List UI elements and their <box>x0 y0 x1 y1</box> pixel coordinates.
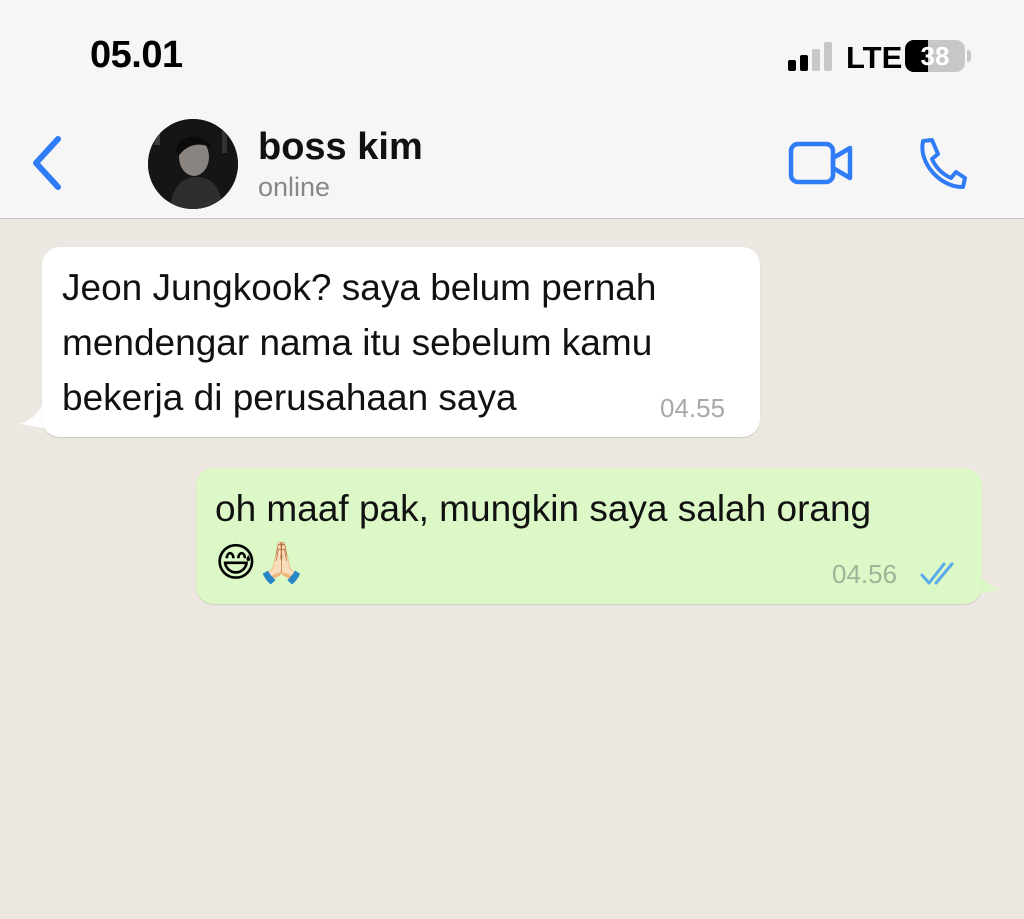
battery-icon: 38 <box>905 40 965 72</box>
contact-status: online <box>258 172 331 202</box>
incoming-message-text: Jeon Jungkook? saya belum pernah mendeng… <box>62 267 657 418</box>
contact-avatar[interactable] <box>148 119 238 209</box>
network-type: LTE <box>846 40 903 75</box>
status-time: 05.01 <box>90 34 183 76</box>
video-call-button[interactable] <box>788 138 854 188</box>
avatar-photo <box>148 119 238 209</box>
back-button[interactable] <box>26 133 70 193</box>
chat-header: 05.01 LTE 38 boss kim online <box>0 0 1024 219</box>
chevron-left-icon <box>33 136 61 190</box>
outgoing-message-time: 04.56 <box>832 559 898 589</box>
signal-strength-icon <box>788 41 834 71</box>
battery-tip <box>967 50 971 62</box>
incoming-bubble-tail <box>20 400 44 428</box>
incoming-message-time: 04.55 <box>660 393 726 423</box>
outgoing-message-emojis: 😅🙏🏻 <box>215 540 307 586</box>
voice-call-button[interactable] <box>912 136 968 192</box>
phone-icon <box>920 138 967 190</box>
double-check-read-icon <box>920 562 954 585</box>
contact-name[interactable]: boss kim <box>258 126 423 169</box>
video-camera-icon <box>788 141 853 185</box>
battery-percentage: 38 <box>920 41 950 71</box>
outgoing-message-text: oh maaf pak, mungkin saya salah orang <box>215 488 872 529</box>
